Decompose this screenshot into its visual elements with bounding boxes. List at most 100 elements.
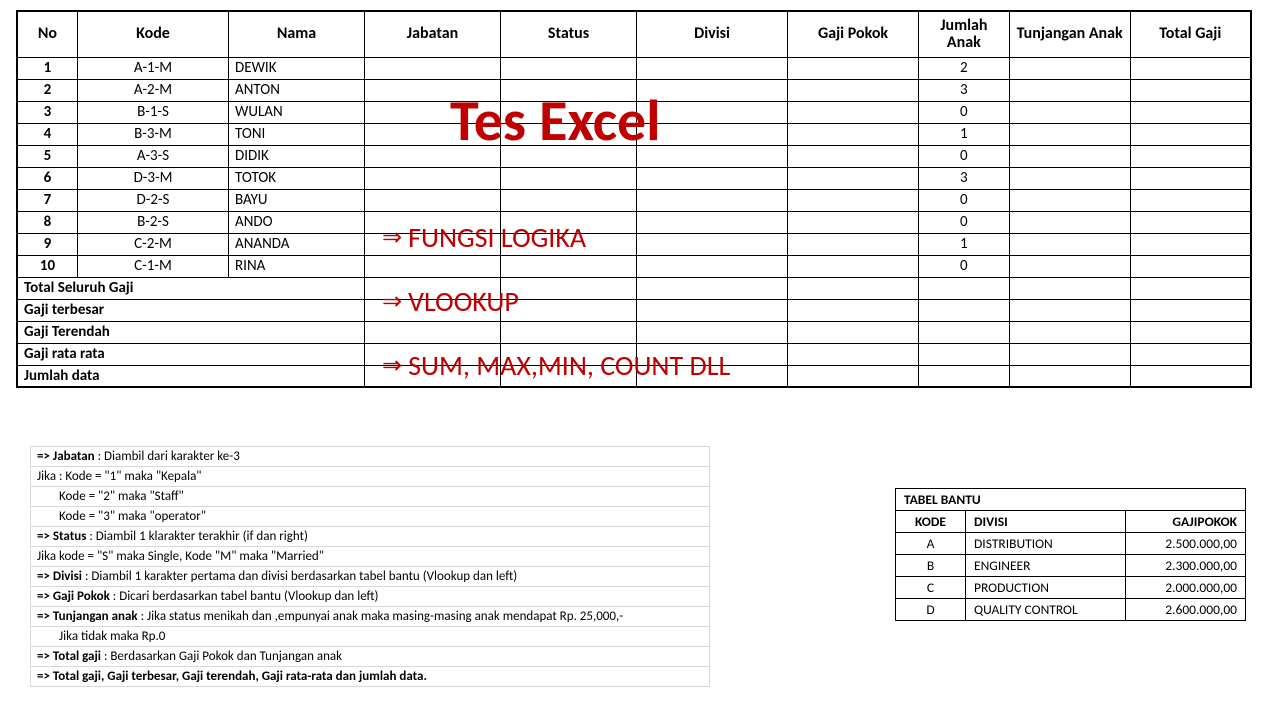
tabel-bantu: TABEL BANTU KODE DIVISI GAJIPOKOK ADISTR… bbox=[895, 488, 1246, 621]
cell-jumlahanak: 1 bbox=[919, 233, 1010, 255]
instruction-text: => Gaji Pokok : Dicari berdasarkan tabel… bbox=[31, 587, 710, 607]
cell-jumlahanak: 1 bbox=[919, 123, 1010, 145]
instruction-text: Jika : Kode = "1" maka "Kepala" bbox=[31, 467, 710, 487]
cell-no: 3 bbox=[17, 101, 77, 123]
cell-tunjangan bbox=[1009, 79, 1130, 101]
instruction-row: => Total gaji : Berdasarkan Gaji Pokok d… bbox=[31, 647, 710, 667]
cell-tunjangan bbox=[1009, 211, 1130, 233]
cell-gajipokok bbox=[788, 167, 919, 189]
cell-tunjangan bbox=[1009, 101, 1130, 123]
instruction-text: => Total gaji : Berdasarkan Gaji Pokok d… bbox=[31, 647, 710, 667]
instruction-text: Jika kode = "S" maka Single, Kode "M" ma… bbox=[31, 547, 710, 567]
cell-nama: RINA bbox=[229, 255, 365, 277]
cell-jabatan bbox=[365, 57, 501, 79]
col-gajipokok: Gaji Pokok bbox=[788, 11, 919, 57]
instruction-row: Kode = "2" maka "Staff" bbox=[31, 487, 710, 507]
cell-status bbox=[501, 123, 637, 145]
instruction-row: => Divisi : Diambil 1 karakter pertama d… bbox=[31, 567, 710, 587]
bantu-col-kode: KODE bbox=[896, 511, 966, 533]
cell-totalgaji bbox=[1130, 255, 1251, 277]
bantu-row: CPRODUCTION2.000.000,00 bbox=[896, 577, 1246, 599]
summary-row: Gaji Terendah bbox=[17, 321, 1251, 343]
cell-jabatan bbox=[365, 167, 501, 189]
table-row: 6D-3-MTOTOK3 bbox=[17, 167, 1251, 189]
bantu-divisi: ENGINEER bbox=[966, 555, 1126, 577]
instruction-text: => Total gaji, Gaji terbesar, Gaji teren… bbox=[31, 667, 710, 687]
cell-gajipokok bbox=[788, 123, 919, 145]
instruction-text: => Tunjangan anak : Jika status menikah … bbox=[31, 607, 710, 627]
cell-nama: BAYU bbox=[229, 189, 365, 211]
cell-kode: A-2-M bbox=[77, 79, 228, 101]
instruction-row: => Tunjangan anak : Jika status menikah … bbox=[31, 607, 710, 627]
bantu-row: DQUALITY CONTROL2.600.000,00 bbox=[896, 599, 1246, 621]
cell-jabatan bbox=[365, 189, 501, 211]
cell-gajipokok bbox=[788, 233, 919, 255]
table-row: 8B-2-SANDO0 bbox=[17, 211, 1251, 233]
summary-row: Jumlah data bbox=[17, 365, 1251, 387]
bantu-gajipokok: 2.000.000,00 bbox=[1126, 577, 1246, 599]
cell-kode: C-1-M bbox=[77, 255, 228, 277]
summary-label: Total Seluruh Gaji bbox=[17, 277, 365, 299]
cell-nama: ANDO bbox=[229, 211, 365, 233]
cell-no: 4 bbox=[17, 123, 77, 145]
cell-divisi bbox=[636, 255, 787, 277]
bantu-row: BENGINEER2.300.000,00 bbox=[896, 555, 1246, 577]
cell-tunjangan bbox=[1009, 167, 1130, 189]
cell-jumlahanak: 0 bbox=[919, 255, 1010, 277]
cell-jabatan bbox=[365, 145, 501, 167]
instruction-row: => Jabatan : Diambil dari karakter ke-3 bbox=[31, 447, 710, 467]
cell-totalgaji bbox=[1130, 145, 1251, 167]
cell-divisi bbox=[636, 57, 787, 79]
cell-tunjangan bbox=[1009, 233, 1130, 255]
cell-totalgaji bbox=[1130, 167, 1251, 189]
instruction-text: Jika tidak maka Rp.0 bbox=[31, 627, 710, 647]
instruction-text: Kode = "2" maka "Staff" bbox=[31, 487, 710, 507]
instruction-row: Kode = "3" maka "operator" bbox=[31, 507, 710, 527]
cell-divisi bbox=[636, 233, 787, 255]
cell-tunjangan bbox=[1009, 189, 1130, 211]
cell-totalgaji bbox=[1130, 123, 1251, 145]
instruction-row: => Status : Diambil 1 klarakter terakhir… bbox=[31, 527, 710, 547]
cell-no: 6 bbox=[17, 167, 77, 189]
cell-status bbox=[501, 233, 637, 255]
col-nama: Nama bbox=[229, 11, 365, 57]
cell-jabatan bbox=[365, 101, 501, 123]
cell-gajipokok bbox=[788, 211, 919, 233]
cell-tunjangan bbox=[1009, 123, 1130, 145]
cell-status bbox=[501, 101, 637, 123]
cell-totalgaji bbox=[1130, 57, 1251, 79]
cell-nama: ANANDA bbox=[229, 233, 365, 255]
bantu-kode: A bbox=[896, 533, 966, 555]
bantu-kode: C bbox=[896, 577, 966, 599]
col-tunjangan: Tunjangan Anak bbox=[1009, 11, 1130, 57]
cell-kode: A-3-S bbox=[77, 145, 228, 167]
cell-gajipokok bbox=[788, 57, 919, 79]
cell-jumlahanak: 0 bbox=[919, 101, 1010, 123]
cell-kode: D-3-M bbox=[77, 167, 228, 189]
summary-row: Gaji rata rata bbox=[17, 343, 1251, 365]
cell-no: 5 bbox=[17, 145, 77, 167]
bantu-gajipokok: 2.500.000,00 bbox=[1126, 533, 1246, 555]
table-row: 1A-1-MDEWIK2 bbox=[17, 57, 1251, 79]
cell-totalgaji bbox=[1130, 211, 1251, 233]
summary-row: Total Seluruh Gaji bbox=[17, 277, 1251, 299]
instruction-row: Jika tidak maka Rp.0 bbox=[31, 627, 710, 647]
cell-divisi bbox=[636, 145, 787, 167]
bantu-kode: D bbox=[896, 599, 966, 621]
cell-gajipokok bbox=[788, 101, 919, 123]
cell-no: 10 bbox=[17, 255, 77, 277]
cell-gajipokok bbox=[788, 189, 919, 211]
col-totalgaji: Total Gaji bbox=[1130, 11, 1251, 57]
instruction-row: Jika kode = "S" maka Single, Kode "M" ma… bbox=[31, 547, 710, 567]
col-jabatan: Jabatan bbox=[365, 11, 501, 57]
cell-tunjangan bbox=[1009, 255, 1130, 277]
bantu-kode: B bbox=[896, 555, 966, 577]
instruction-row: => Total gaji, Gaji terbesar, Gaji teren… bbox=[31, 667, 710, 687]
table-row: 5A-3-SDIDIK0 bbox=[17, 145, 1251, 167]
cell-kode: B-1-S bbox=[77, 101, 228, 123]
table-row: 3B-1-SWULAN0 bbox=[17, 101, 1251, 123]
cell-kode: D-2-S bbox=[77, 189, 228, 211]
col-kode: Kode bbox=[77, 11, 228, 57]
cell-totalgaji bbox=[1130, 233, 1251, 255]
cell-status bbox=[501, 211, 637, 233]
